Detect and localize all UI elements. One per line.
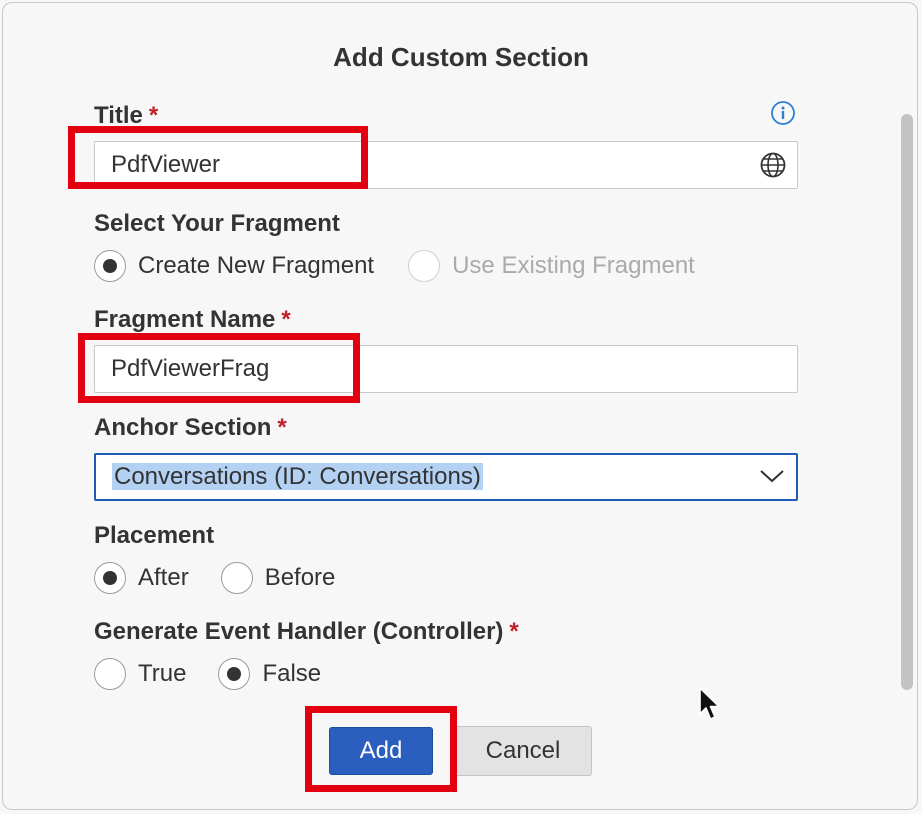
radio-button-checked[interactable] [94, 250, 126, 282]
radio-label-before: Before [264, 564, 336, 591]
anchor-section-label: Anchor Section * [94, 414, 287, 442]
radio-after[interactable]: After [94, 562, 189, 594]
title-input-value: PdfViewer [111, 151, 220, 178]
dialog-title: Add Custom Section [333, 42, 589, 72]
scrollbar[interactable] [897, 92, 917, 702]
fragment-name-label-text: Fragment Name [94, 306, 276, 333]
radio-button-unchecked[interactable] [94, 658, 126, 690]
required-marker: * [277, 414, 287, 441]
title-label-text: Title [94, 102, 143, 129]
radio-label-create-new: Create New Fragment [138, 252, 375, 279]
anchor-section-label-text: Anchor Section [94, 414, 272, 441]
title-input[interactable]: PdfViewer [94, 141, 798, 189]
fragment-name-label: Fragment Name * [94, 306, 291, 334]
radio-create-new-fragment[interactable]: Create New Fragment [94, 250, 374, 282]
required-marker: * [509, 618, 519, 645]
fragment-name-value: PdfViewerFrag [111, 355, 270, 382]
info-icon[interactable] [770, 100, 796, 126]
radio-button-checked[interactable] [94, 562, 126, 594]
anchor-section-value: Conversations (ID: Conversations) [112, 463, 483, 490]
add-button[interactable]: Add [329, 727, 433, 775]
fragment-name-input[interactable]: PdfViewerFrag [94, 345, 798, 393]
event-handler-radio-group: True False [94, 656, 353, 692]
radio-before[interactable]: Before [220, 562, 336, 594]
radio-false[interactable]: False [218, 658, 321, 690]
radio-label-true: True [138, 660, 187, 687]
globe-icon[interactable] [759, 151, 787, 179]
required-marker: * [281, 306, 291, 333]
radio-true[interactable]: True [94, 658, 186, 690]
radio-use-existing-fragment[interactable]: Use Existing Fragment [408, 250, 695, 282]
required-marker: * [148, 102, 159, 129]
chevron-down-icon[interactable] [758, 466, 786, 486]
radio-label-after: After [138, 564, 189, 591]
radio-label-use-existing: Use Existing Fragment [452, 252, 695, 279]
radio-button-disabled [408, 250, 441, 282]
radio-label-false: False [262, 660, 322, 687]
event-handler-label: Generate Event Handler (Controller) * [94, 618, 519, 646]
placement-label: Placement [94, 522, 215, 549]
fragment-label: Select Your Fragment [94, 210, 340, 237]
cancel-button[interactable]: Cancel [454, 726, 592, 776]
fragment-radio-group: Create New Fragment Use Existing Fragmen… [94, 248, 727, 284]
anchor-section-select[interactable]: Conversations (ID: Conversations) [94, 453, 798, 501]
scrollbar-thumb[interactable] [901, 114, 913, 690]
title-label: Title * [94, 102, 158, 130]
radio-button-checked[interactable] [218, 658, 251, 690]
event-handler-label-text: Generate Event Handler (Controller) [94, 618, 504, 645]
mouse-cursor-icon [699, 687, 720, 720]
radio-button-unchecked[interactable] [220, 562, 253, 594]
placement-radio-group: After Before [94, 560, 367, 596]
